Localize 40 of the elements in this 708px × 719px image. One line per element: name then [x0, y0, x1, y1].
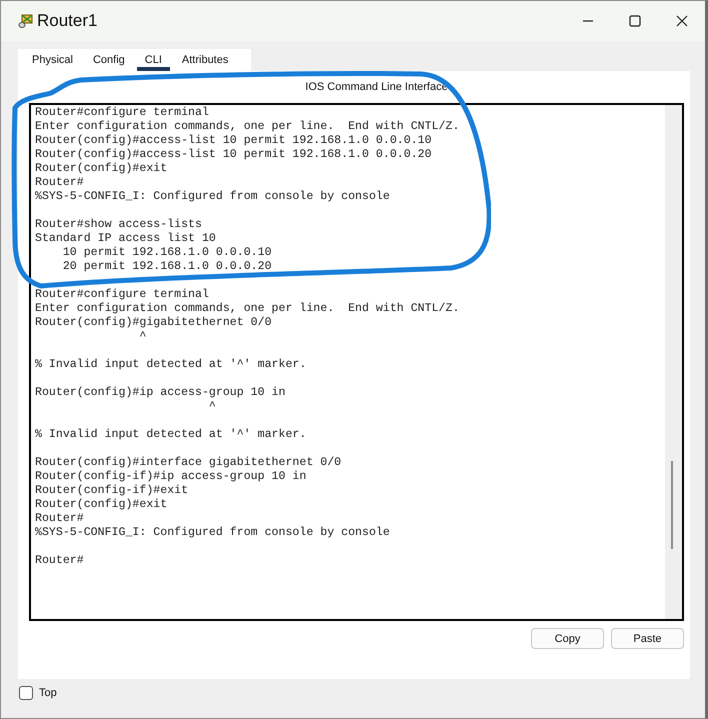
terminal-line: Router(config-if)#exit [35, 484, 188, 498]
terminal-line: Router(config)#access-list 10 permit 192.168.1.0 0.0.0.20 [35, 148, 432, 162]
router-icon [17, 13, 33, 29]
maximize-icon[interactable] [629, 15, 641, 27]
terminal-line: Router(config-if)#ip access-group 10 in [35, 470, 306, 484]
terminal-line: Router# [35, 554, 84, 568]
terminal-line: % Invalid input detected at '^' marker. [35, 428, 306, 442]
terminal-line: 20 permit 192.168.1.0 0.0.0.20 [62, 260, 272, 274]
copy-button[interactable]: Copy [531, 628, 604, 649]
terminal-line: Router(config)#exit [35, 498, 168, 512]
panel-title: IOS Command Line Interface [305, 81, 448, 95]
checkbox[interactable] [19, 686, 33, 700]
terminal-line: Router(config)#exit [35, 162, 168, 176]
terminal-line: Router(config)#ip access-group 10 in [35, 386, 286, 400]
terminal-line: Enter configuration commands, one per line. End with CNTL/Z. [35, 120, 460, 134]
close-icon[interactable] [676, 15, 688, 27]
terminal-line: 10 permit 192.168.1.0 0.0.0.10 [62, 246, 272, 260]
terminal-line: Router# [35, 176, 84, 190]
terminal-line: Router(config)#access-list 10 permit 192.168.1.0 0.0.0.10 [35, 134, 432, 148]
terminal-line: Router(config)#gigabitethernet 0/0 [35, 316, 272, 330]
terminal-line: Router#show access-lists [35, 218, 202, 232]
terminal-line: Router# [35, 512, 84, 526]
tab[interactable]: Config [84, 49, 133, 71]
scrollbar-thumb[interactable] [671, 461, 673, 549]
paste-button[interactable]: Paste [611, 628, 684, 649]
tab[interactable]: Physical [24, 49, 81, 71]
terminal-line: Enter configuration commands, one per line. End with CNTL/Z. [35, 302, 460, 316]
checkbox-label: Top [39, 687, 57, 699]
window-title: Router1 [37, 11, 98, 31]
terminal-line: Router(config)#interface gigabitethernet 0/0 [35, 456, 342, 470]
terminal-line: ^ [208, 400, 216, 414]
terminal-line: Standard IP access list 10 [35, 232, 216, 246]
terminal-line: Router#configure terminal [35, 288, 209, 302]
terminal-output[interactable] [29, 103, 684, 621]
terminal-line: ^ [138, 330, 146, 344]
terminal-line: %SYS-5-CONFIG_I: Configured from console by console [35, 526, 390, 540]
terminal-line: %SYS-5-CONFIG_I: Configured from console by console [35, 190, 390, 204]
terminal-line: Router#configure terminal [35, 106, 209, 120]
terminal-line: % Invalid input detected at '^' marker. [35, 358, 306, 372]
tab[interactable]: Attributes [174, 49, 236, 71]
